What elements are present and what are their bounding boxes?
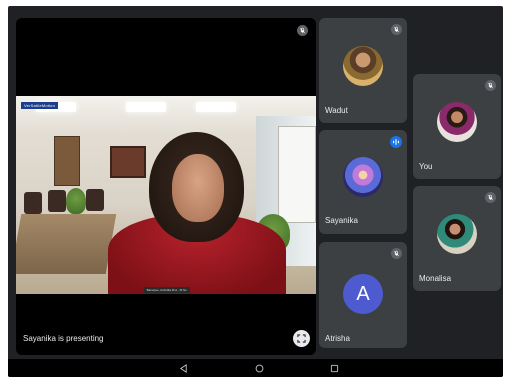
brand-label: VerSatileMotion xyxy=(21,102,59,109)
mic-off-icon xyxy=(485,192,496,203)
avatar: A xyxy=(343,274,383,314)
participant-tile-wadut[interactable]: Wadut xyxy=(319,18,407,123)
participant-tile-you[interactable]: You xyxy=(413,74,501,179)
home-icon[interactable] xyxy=(254,363,264,373)
avatar xyxy=(437,102,477,142)
participant-name: Monalisa xyxy=(419,274,452,283)
avatar xyxy=(343,46,383,86)
fullscreen-icon[interactable] xyxy=(293,330,310,347)
back-icon[interactable] xyxy=(178,363,188,373)
avatar xyxy=(343,157,383,197)
participant-name: Sayanika xyxy=(325,216,358,225)
mic-off-icon xyxy=(485,80,496,91)
participant-name: Atrisha xyxy=(325,334,350,343)
presenter-video: VerSatileMotion Banerjee, Anindita M.A.,… xyxy=(16,96,316,294)
mic-off-icon xyxy=(391,24,402,35)
speaker-name-strip: Banerjee, Anindita M.A., M.Sc. xyxy=(144,287,190,293)
participant-tile-sayanika[interactable]: Sayanika xyxy=(319,130,407,234)
participant-tile-monalisa[interactable]: Monalisa xyxy=(413,186,501,291)
avatar xyxy=(437,214,477,254)
participant-tile-atrisha[interactable]: A Atrisha xyxy=(319,242,407,348)
navigation-bar xyxy=(8,359,503,377)
mic-off-icon xyxy=(297,25,308,36)
meeting-screen: VerSatileMotion Banerjee, Anindita M.A.,… xyxy=(8,6,503,377)
presentation-tile[interactable]: VerSatileMotion Banerjee, Anindita M.A.,… xyxy=(16,18,316,355)
participant-name: You xyxy=(419,162,433,171)
audio-wave-icon xyxy=(390,136,402,148)
whiteboard xyxy=(278,126,316,223)
presenting-caption: Sayanika is presenting xyxy=(23,334,104,343)
mic-off-icon xyxy=(391,248,402,259)
recents-icon[interactable] xyxy=(329,363,339,373)
participant-name: Wadut xyxy=(325,106,348,115)
